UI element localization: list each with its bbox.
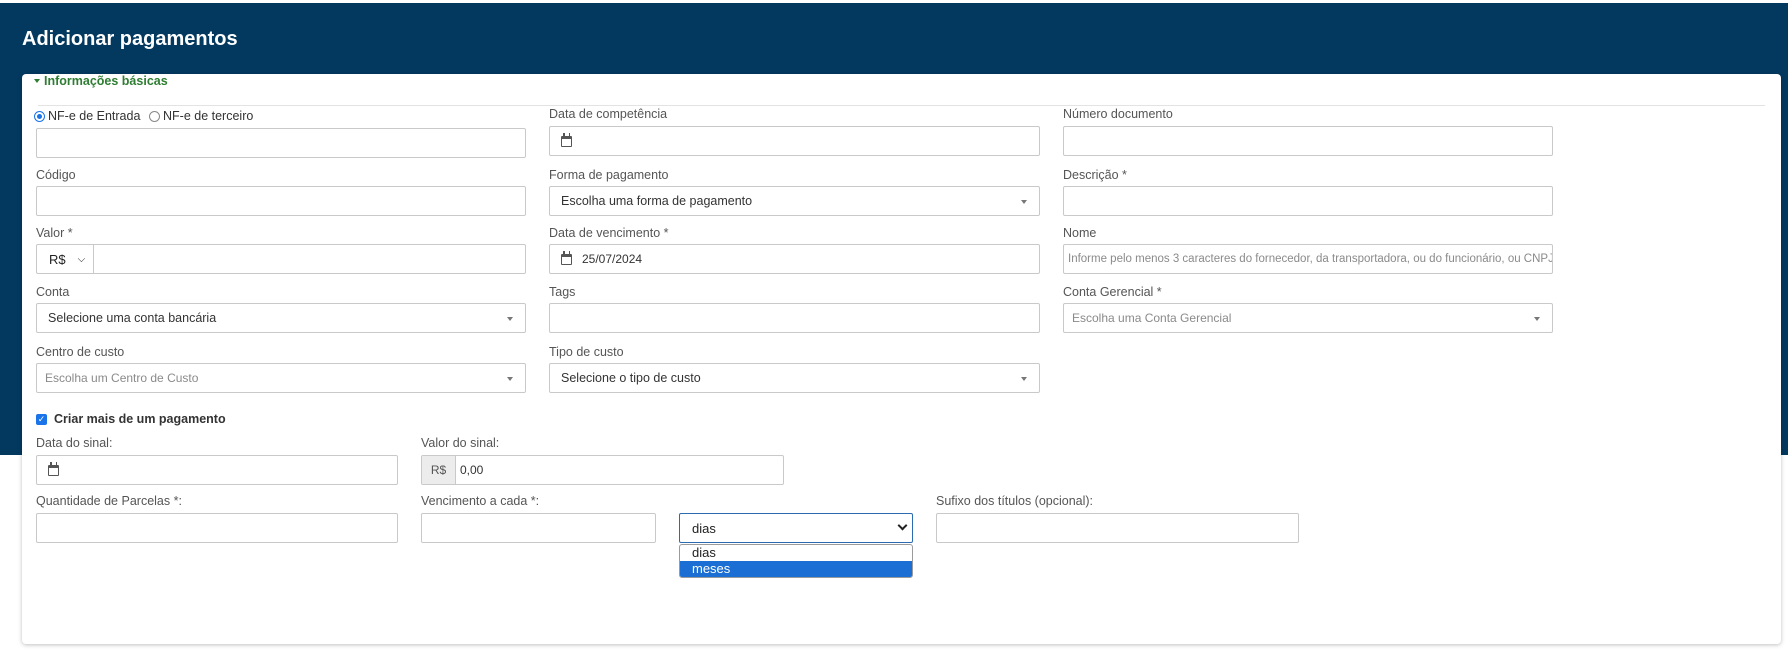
tags-input[interactable] — [549, 303, 1040, 333]
vencimento-cada-label: Vencimento a cada *: — [421, 494, 540, 508]
chevron-down-icon — [897, 520, 908, 531]
valor-label: Valor * — [36, 226, 73, 240]
centro-custo-label: Centro de custo — [36, 345, 125, 359]
descricao-input[interactable] — [1063, 186, 1553, 216]
conta-label: Conta — [36, 285, 70, 299]
conta-select[interactable]: Selecione uma conta bancária — [36, 303, 526, 333]
radio-unchecked-icon — [149, 110, 160, 122]
forma-pagamento-label: Forma de pagamento — [549, 168, 669, 182]
chevron-down-icon — [1534, 317, 1540, 321]
radio-checked-icon — [34, 110, 45, 122]
period-option-meses[interactable]: meses — [680, 561, 912, 577]
section-title: Informações básicas — [44, 74, 168, 88]
nome-search-input[interactable]: Informe pelo menos 3 caracteres do forne… — [1063, 244, 1553, 274]
vencimento-date-input[interactable]: 25/07/2024 — [549, 244, 1040, 274]
section-divider — [38, 105, 1765, 106]
sufixo-label: Sufixo dos títulos (opcional): — [936, 494, 1094, 508]
tipo-custo-label: Tipo de custo — [549, 345, 624, 359]
vencimento-label: Data de vencimento * — [549, 226, 669, 240]
calendar-icon — [48, 461, 59, 476]
nome-label: Nome — [1063, 226, 1097, 240]
chevron-down-icon: ⌵ — [77, 253, 86, 265]
data-sinal-date-input[interactable] — [36, 455, 398, 485]
competencia-label: Data de competência — [549, 107, 668, 121]
competencia-date-input[interactable] — [549, 126, 1040, 156]
chevron-down-icon — [507, 377, 513, 381]
currency-select[interactable]: R$ ⌵ — [37, 245, 94, 273]
quantidade-parcelas-label: Quantidade de Parcelas *: — [36, 494, 182, 508]
quantidade-parcelas-input[interactable] — [36, 513, 398, 543]
period-option-dias[interactable]: dias — [680, 545, 912, 561]
chevron-down-icon — [1021, 200, 1027, 204]
numero-documento-input[interactable] — [1063, 126, 1553, 156]
chevron-down-icon — [507, 317, 513, 321]
chevron-down-icon — [1021, 377, 1027, 381]
form-card: Informações básicas NF-e de Entrada NF-e… — [22, 74, 1781, 644]
page-title: Adicionar pagamentos — [22, 28, 238, 50]
conta-gerencial-select[interactable]: Escolha uma Conta Gerencial — [1063, 303, 1553, 333]
currency-addon: R$ — [422, 456, 456, 484]
calendar-icon — [561, 250, 572, 265]
check-icon: ✓ — [36, 413, 47, 425]
period-dropdown-list: dias meses — [679, 544, 913, 578]
valor-sinal-input[interactable]: R$ 0,00 — [421, 455, 784, 485]
descricao-label: Descrição * — [1063, 168, 1127, 182]
codigo-input[interactable] — [36, 186, 526, 216]
data-sinal-label: Data do sinal: — [36, 436, 113, 450]
codigo-label: Código — [36, 168, 76, 182]
multiple-payments-checkbox[interactable]: ✓ Criar mais de um pagamento — [36, 412, 226, 426]
valor-sinal-label: Valor do sinal: — [421, 436, 500, 450]
valor-input[interactable]: R$ ⌵ — [36, 244, 526, 274]
conta-gerencial-label: Conta Gerencial * — [1063, 285, 1162, 299]
section-toggle-basic-info[interactable]: Informações básicas — [34, 74, 168, 88]
radio-nfe-entrada[interactable]: NF-e de Entrada — [34, 109, 140, 123]
forma-pagamento-select[interactable]: Escolha uma forma de pagamento — [549, 186, 1040, 216]
tipo-custo-select[interactable]: Selecione o tipo de custo — [549, 363, 1040, 393]
caret-down-icon — [34, 79, 40, 83]
vencimento-cada-input[interactable] — [421, 513, 656, 543]
tags-label: Tags — [549, 285, 576, 299]
nfe-key-input[interactable] — [36, 128, 526, 158]
centro-custo-select[interactable]: Escolha um Centro de Custo — [36, 363, 526, 393]
calendar-icon — [561, 132, 572, 147]
radio-nfe-terceiro[interactable]: NF-e de terceiro — [149, 109, 253, 123]
period-select[interactable]: dias — [679, 513, 913, 543]
numero-documento-label: Número documento — [1063, 107, 1173, 121]
sufixo-input[interactable] — [936, 513, 1299, 543]
